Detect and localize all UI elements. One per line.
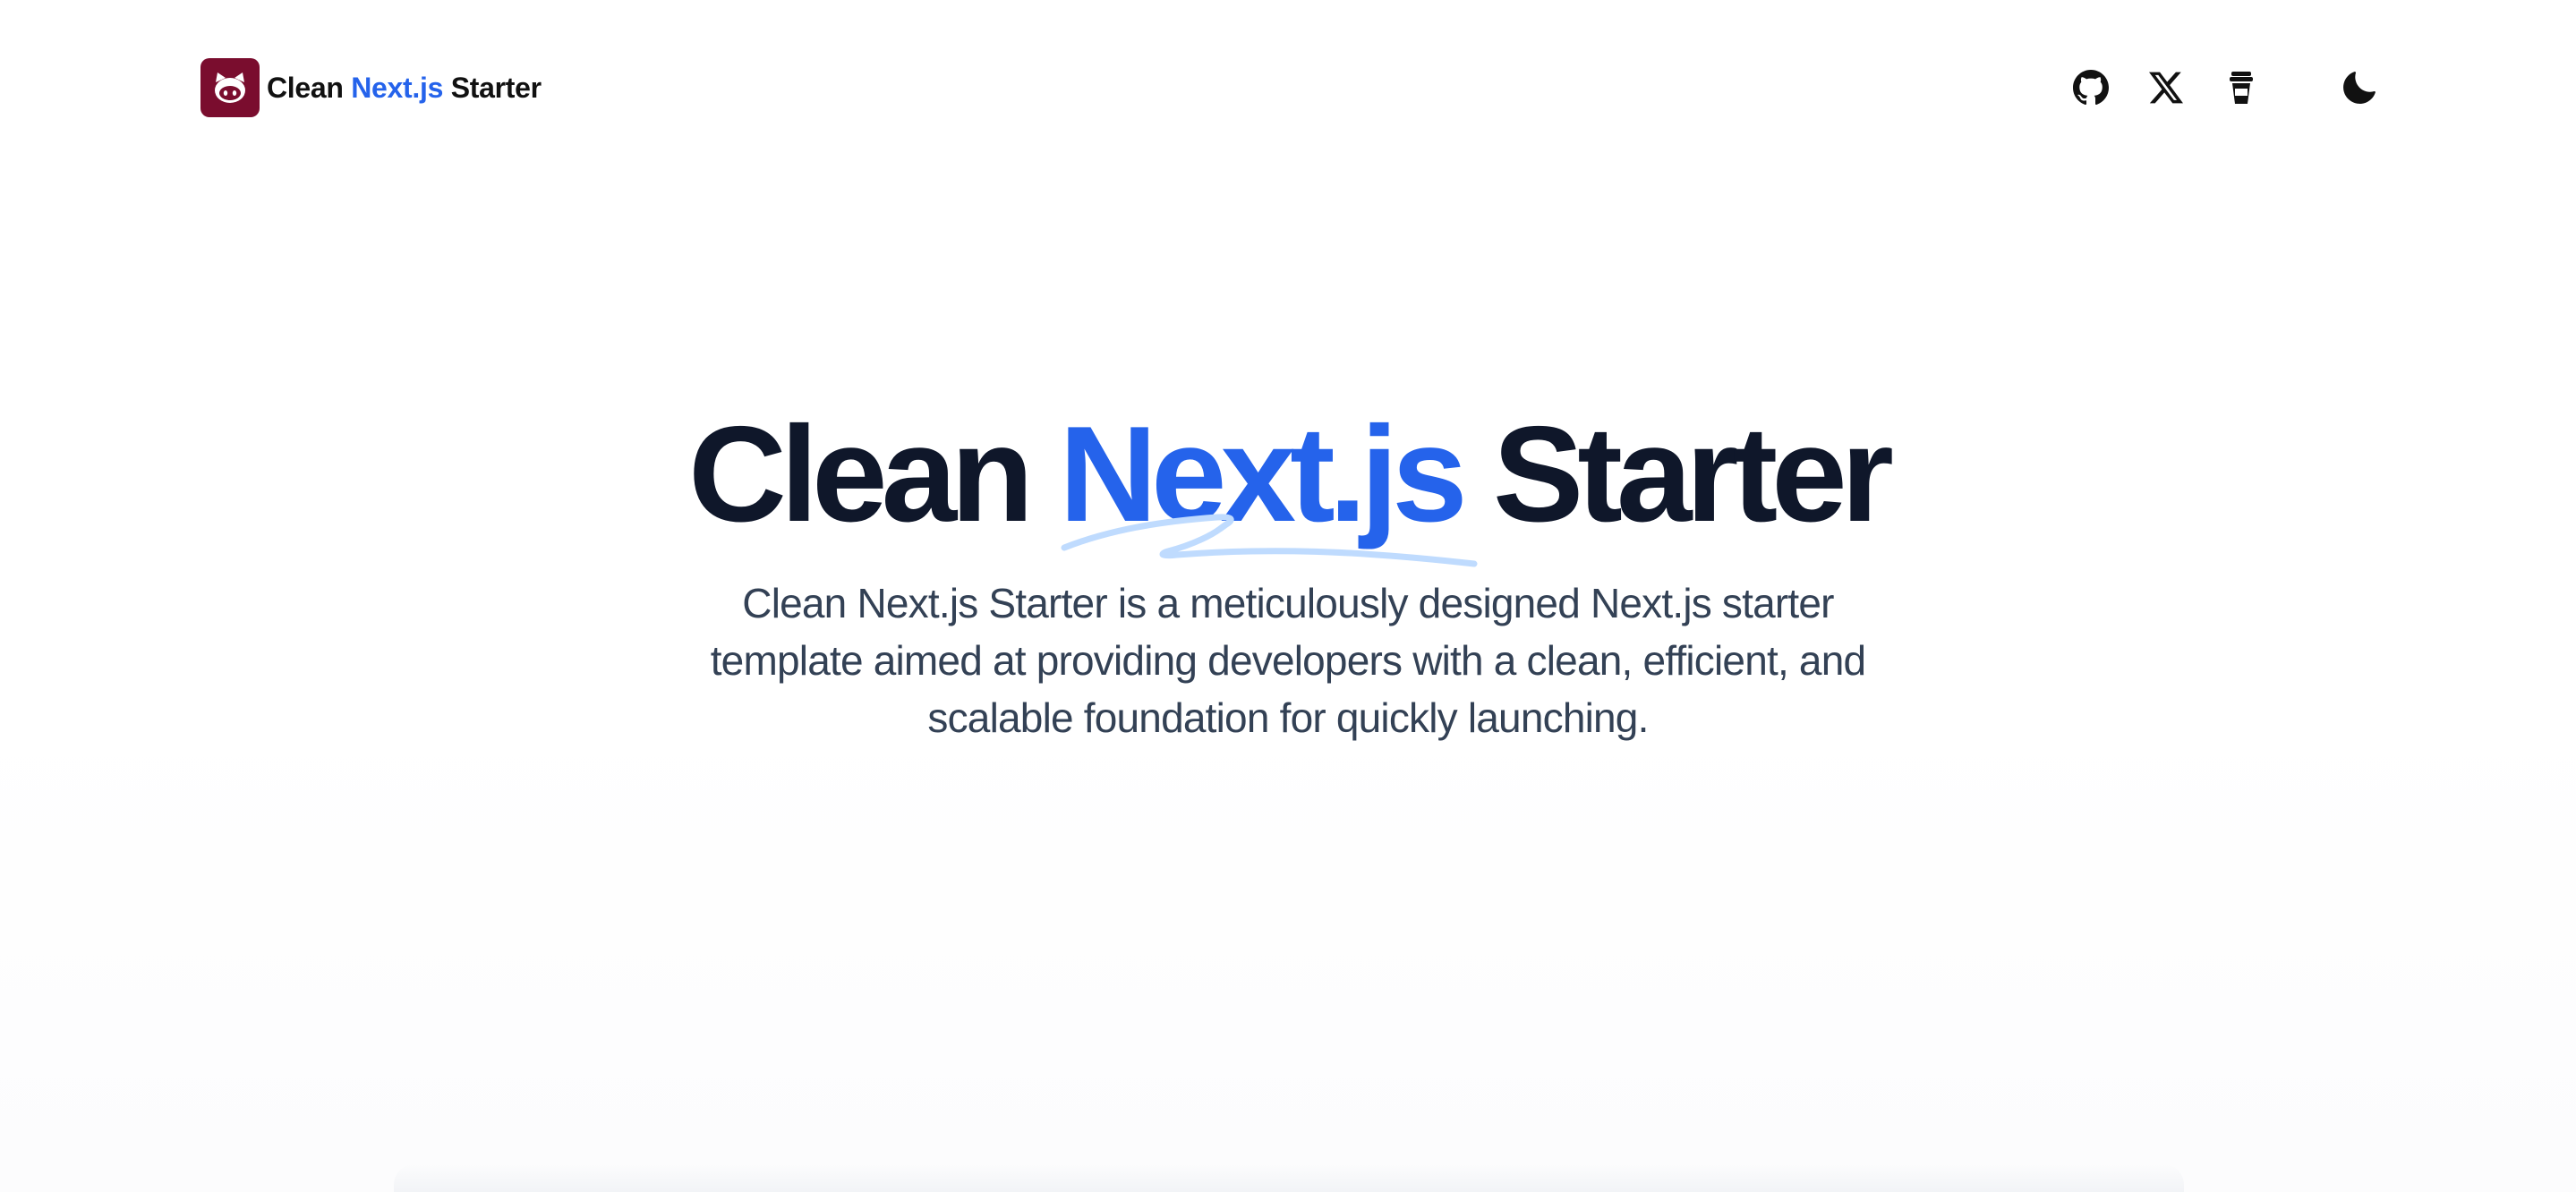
brand-home-link[interactable]: Clean Next.js Starter [200, 58, 542, 117]
buy-me-a-coffee-link[interactable] [2218, 64, 2265, 111]
github-link[interactable] [2068, 64, 2114, 111]
hero-title-part1: Clean [688, 398, 1034, 550]
octocat-logo-icon [200, 58, 260, 117]
hero-title-part3: Starter [1492, 398, 1894, 550]
moon-icon [2341, 69, 2378, 106]
theme-toggle-button[interactable] [2336, 64, 2383, 111]
x-icon [2149, 72, 2183, 104]
brand-name: Clean Next.js Starter [267, 72, 542, 105]
title-underline-squiggle [1061, 514, 1478, 567]
hero-subtitle: Clean Next.js Starter is a meticulously … [710, 580, 1866, 741]
brand-name-part3: Starter [450, 71, 542, 104]
x-link[interactable] [2143, 64, 2189, 111]
github-icon [2073, 70, 2109, 106]
brand-name-part1: Clean [267, 71, 344, 104]
brand-name-part2: Next.js [351, 71, 444, 104]
page: Clean Next.js Starter Clean Next.js Star… [0, 0, 2576, 1192]
content-preview-edge [394, 1163, 2184, 1192]
coffee-cup-icon [2228, 70, 2255, 106]
site-header: Clean Next.js Starter [0, 0, 2576, 175]
